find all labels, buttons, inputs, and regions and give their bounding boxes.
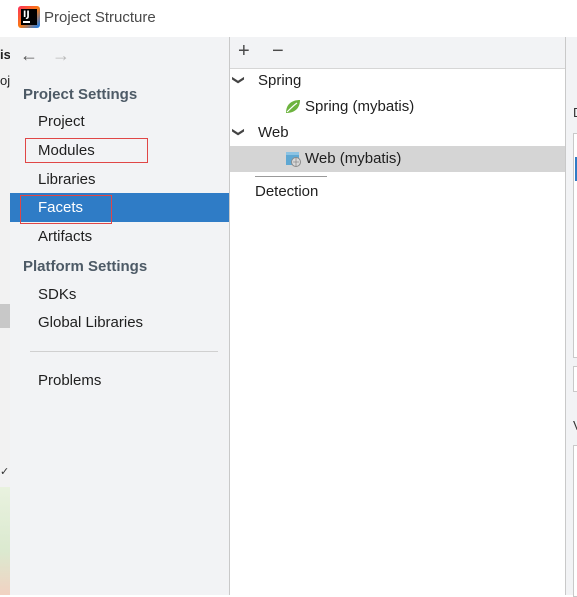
sidebar-item-label: Project bbox=[38, 113, 85, 130]
sidebar-divider bbox=[30, 351, 218, 352]
sidebar-item-problems[interactable]: Problems bbox=[10, 366, 229, 395]
background-image bbox=[0, 487, 10, 595]
background-fragment: oj bbox=[0, 73, 11, 88]
remove-facet-button[interactable]: − bbox=[272, 40, 284, 63]
tree-node-spring-mybatis[interactable]: Spring (mybatis) bbox=[305, 94, 414, 120]
sidebar-item-artifacts[interactable]: Artifacts bbox=[10, 222, 229, 251]
intellij-logo-icon: IJ bbox=[18, 6, 40, 28]
sidebar-item-label: Libraries bbox=[38, 171, 96, 188]
sidebar-item-label: SDKs bbox=[38, 286, 77, 303]
detection-separator bbox=[255, 176, 327, 177]
tree-node-spring[interactable]: Spring bbox=[258, 68, 301, 94]
project-settings-title: Project Settings bbox=[23, 86, 138, 103]
tree-node-web[interactable]: Web bbox=[258, 120, 289, 146]
sidebar-item-label: Problems bbox=[38, 372, 102, 389]
sidebar-item-libraries[interactable]: Libraries bbox=[10, 165, 229, 194]
chevron-down-icon[interactable]: ❯ bbox=[232, 75, 246, 85]
background-row bbox=[0, 304, 10, 328]
sidebar-item-label: Artifacts bbox=[38, 228, 93, 245]
details-table bbox=[573, 445, 577, 597]
sidebar-item-sdks[interactable]: SDKs bbox=[10, 280, 229, 309]
window-title: Project Structure bbox=[44, 9, 156, 26]
tree-node-detection[interactable]: Detection bbox=[255, 179, 318, 205]
spring-leaf-icon bbox=[286, 100, 300, 113]
platform-settings-title: Platform Settings bbox=[23, 258, 148, 275]
sidebar-item-project[interactable]: Project bbox=[10, 107, 229, 136]
details-fragment: D bbox=[573, 105, 577, 120]
details-button[interactable] bbox=[573, 366, 577, 392]
sidebar-item-global-libraries[interactable]: Global Libraries bbox=[10, 308, 229, 337]
highlight-box bbox=[20, 195, 112, 224]
background-check-icon: ✓ bbox=[0, 466, 10, 478]
sidebar-item-label: Global Libraries bbox=[38, 314, 144, 331]
details-panel-edge: D V bbox=[566, 37, 577, 597]
add-facet-button[interactable]: + bbox=[238, 40, 250, 63]
details-fragment: V bbox=[573, 418, 577, 433]
web-facet-icon bbox=[286, 152, 301, 167]
chevron-down-icon[interactable]: ❯ bbox=[232, 127, 246, 137]
tree-node-web-mybatis[interactable]: Web (mybatis) bbox=[305, 146, 401, 172]
back-arrow-icon[interactable]: ← bbox=[20, 45, 38, 66]
highlight-box bbox=[25, 138, 148, 163]
forward-arrow-icon[interactable]: → bbox=[52, 45, 70, 66]
